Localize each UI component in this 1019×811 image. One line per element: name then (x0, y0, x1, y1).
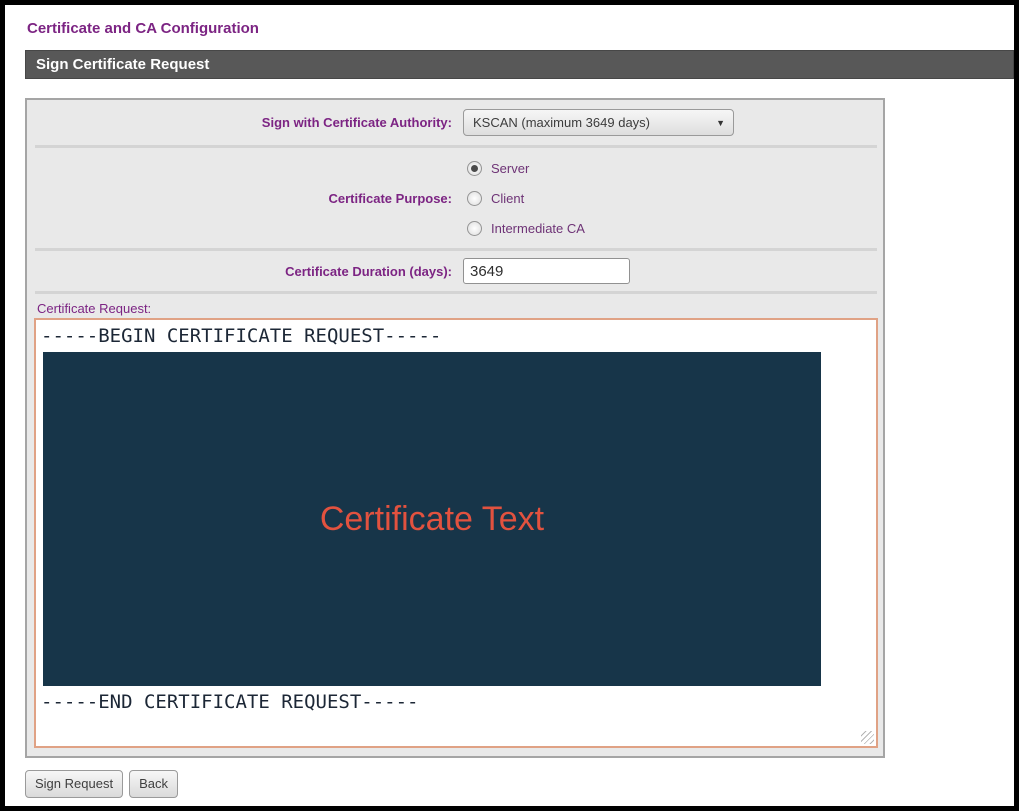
browser-window: Certificate and CA Configuration Sign Ce… (0, 0, 1019, 811)
purpose-row: Certificate Purpose: Server Client Inter… (27, 148, 883, 248)
ca-select[interactable]: KSCAN (maximum 3649 days) ▼ (463, 109, 734, 136)
radio-option-client[interactable]: Client (463, 183, 883, 213)
duration-label: Certificate Duration (days): (27, 264, 463, 279)
ca-selected-value: KSCAN (maximum 3649 days) (473, 115, 650, 130)
certificate-redaction-box: Certificate Text (43, 352, 821, 686)
ca-row: Sign with Certificate Authority: KSCAN (… (27, 100, 883, 145)
sign-request-button[interactable]: Sign Request (25, 770, 123, 798)
request-row: Certificate Request: -----BEGIN CERTIFIC… (27, 294, 883, 756)
sign-certificate-form: Sign with Certificate Authority: KSCAN (… (25, 98, 885, 758)
radio-unchecked-icon[interactable] (467, 191, 482, 206)
radio-label: Server (491, 161, 529, 176)
radio-unchecked-icon[interactable] (467, 221, 482, 236)
certificate-request-textarea[interactable]: -----BEGIN CERTIFICATE REQUEST----- Cert… (34, 318, 878, 748)
back-button[interactable]: Back (129, 770, 178, 798)
redaction-label: Certificate Text (320, 500, 544, 539)
duration-input[interactable] (463, 258, 630, 284)
section-header: Sign Certificate Request (25, 50, 1014, 79)
ca-label: Sign with Certificate Authority: (27, 115, 463, 130)
radio-option-intermediate-ca[interactable]: Intermediate CA (463, 213, 883, 243)
radio-label: Client (491, 191, 524, 206)
page-title: Certificate and CA Configuration (27, 20, 1014, 37)
textarea-resize-handle-icon[interactable] (861, 731, 874, 744)
radio-checked-icon[interactable] (467, 161, 482, 176)
csr-end-line: -----END CERTIFICATE REQUEST----- (41, 689, 871, 715)
duration-row: Certificate Duration (days): (27, 251, 883, 291)
chevron-down-icon: ▼ (716, 118, 725, 128)
purpose-label: Certificate Purpose: (27, 191, 463, 206)
form-actions: Sign Request Back (25, 770, 1014, 798)
radio-label: Intermediate CA (491, 221, 585, 236)
csr-begin-line: -----BEGIN CERTIFICATE REQUEST----- (41, 323, 871, 349)
request-label: Certificate Request: (37, 301, 876, 316)
radio-option-server[interactable]: Server (463, 153, 883, 183)
